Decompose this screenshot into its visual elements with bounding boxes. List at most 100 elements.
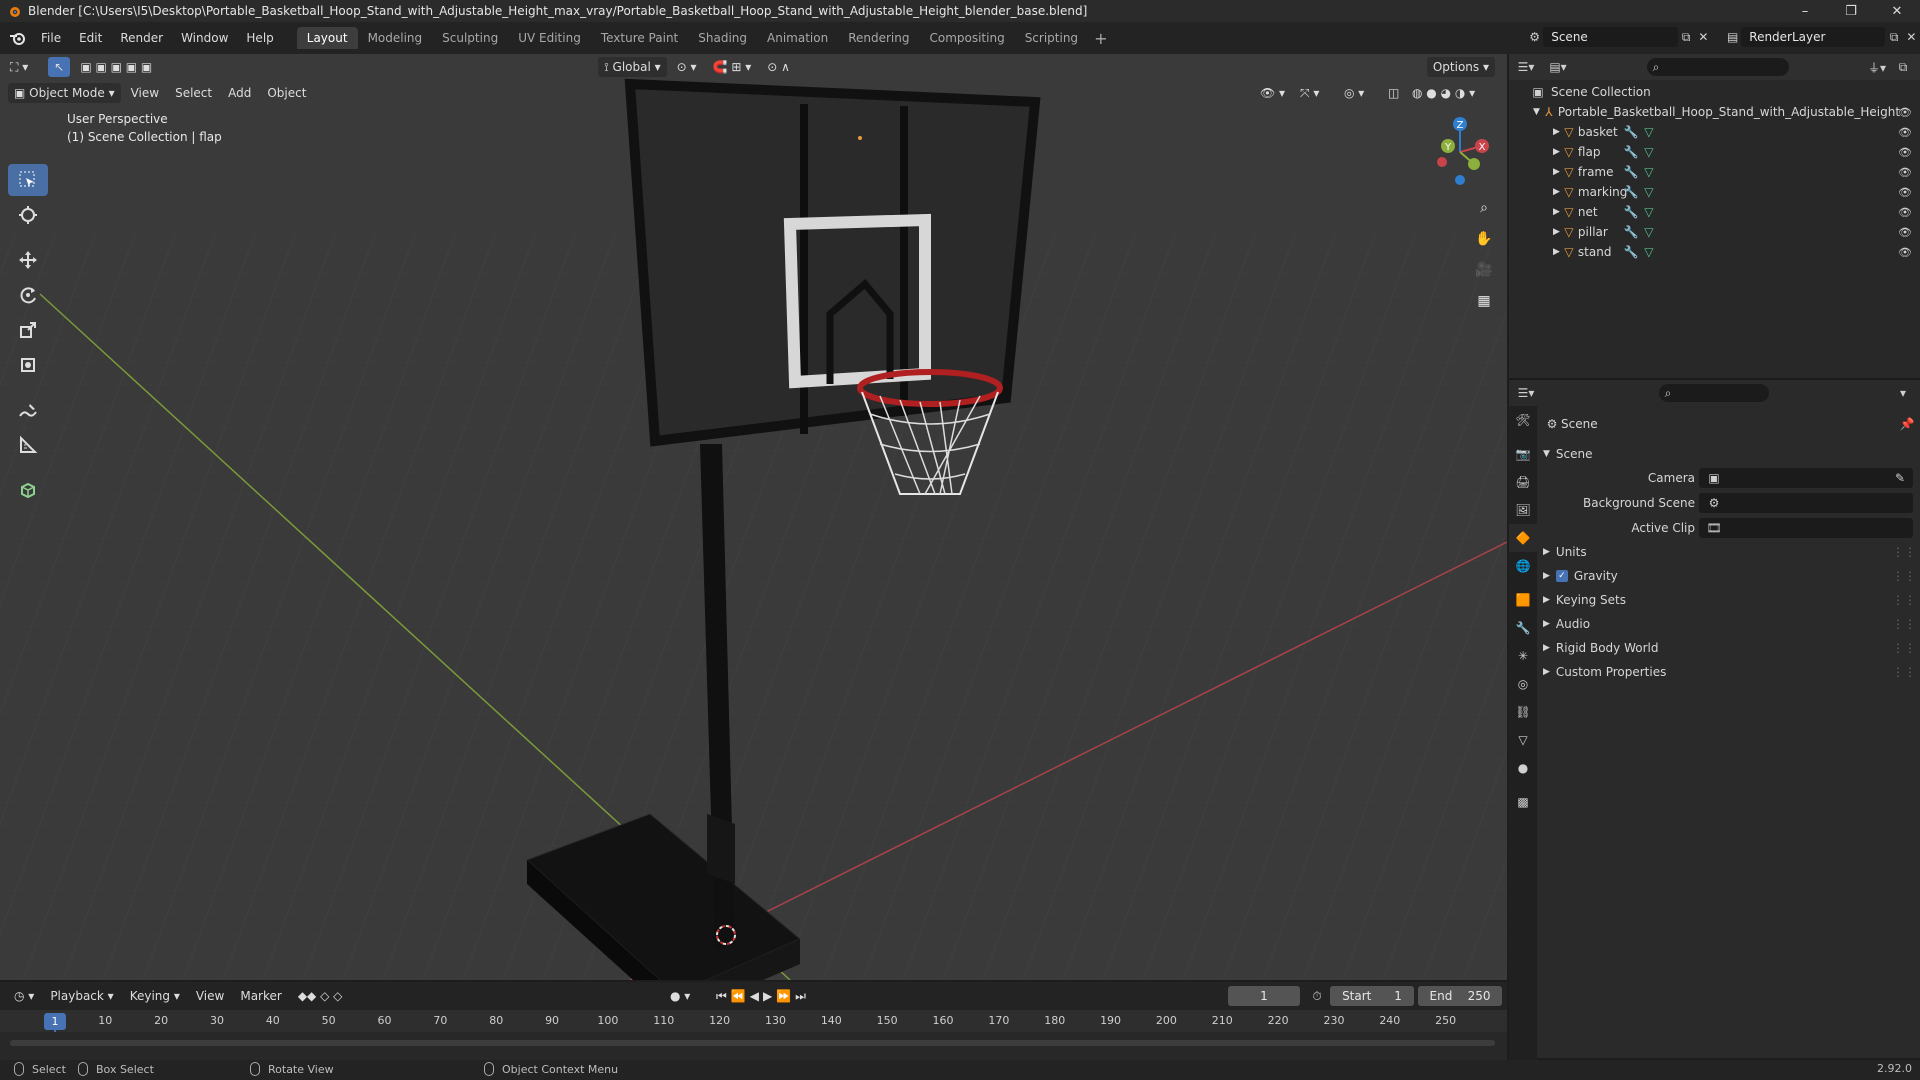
material-tab-icon[interactable]: ● [1509, 754, 1537, 782]
expand-arrow-icon[interactable]: ▶ [1553, 207, 1560, 217]
3d-viewport[interactable]: ⛶ ▾ ↖ ▣ ▣ ▣ ▣ ▣ ⟟ Global ▾ ⊙ ▾ 🧲 ⊞ ▾ ⊙ ∧… [0, 54, 1507, 980]
zoom-icon[interactable]: ⌕ [1470, 194, 1498, 222]
timeline-editor-type-icon[interactable]: ◷ ▾ [8, 986, 40, 1006]
mesh-data-icon[interactable]: ▽ [1640, 203, 1658, 221]
keying-menu[interactable]: Keying ▾ [124, 986, 186, 1006]
outliner-row-net[interactable]: ▶ ▽ net 🔧 ▽ 👁 [1509, 202, 1920, 222]
tab-compositing[interactable]: Compositing [919, 27, 1014, 49]
object-mode-dropdown[interactable]: ▣ Object Mode ▾ [8, 83, 121, 103]
modifier-wrench-icon[interactable]: 🔧 [1622, 123, 1640, 141]
outliner-row-marking[interactable]: ▶ ▽ marking 🔧 ▽ 👁 [1509, 182, 1920, 202]
outliner-row-scene-collection[interactable]: ▣ Scene Collection [1509, 82, 1920, 102]
remove-view-layer-icon[interactable]: ✕ [1903, 28, 1920, 46]
modifier-wrench-icon[interactable]: 🔧 [1622, 183, 1640, 201]
maximize-button[interactable]: ❐ [1828, 0, 1874, 22]
viewport-menu-object[interactable]: Object [261, 83, 312, 103]
new-scene-icon[interactable]: ⧉ [1678, 28, 1695, 46]
ortho-grid-icon[interactable]: ▦ [1470, 287, 1498, 315]
view-layer-name-field[interactable]: RenderLayer [1741, 27, 1886, 47]
active-clip-field[interactable]: 🎞 [1699, 518, 1913, 538]
selection-mode-icons[interactable]: ▣ ▣ ▣ ▣ ▣ [74, 57, 158, 77]
rotate-tool-icon[interactable] [8, 279, 48, 311]
shading-mode-icons[interactable]: ◍ ● ◕ ◑ ▾ [1406, 83, 1481, 103]
start-frame-field[interactable]: Start 1 [1330, 986, 1414, 1006]
subpanel-rigid-body-world[interactable]: ▶ Rigid Body World ⋮⋮ [1537, 636, 1920, 660]
subpanel-units[interactable]: ▶ Units ⋮⋮ [1537, 540, 1920, 564]
pin-icon[interactable]: 📌 [1898, 415, 1916, 433]
modifier-wrench-icon[interactable]: 🔧 [1622, 203, 1640, 221]
minimize-button[interactable]: – [1782, 0, 1828, 22]
properties-editor-type-icon[interactable]: ☰▾ [1517, 384, 1535, 402]
modifier-tab-icon[interactable]: 🔧 [1509, 614, 1537, 642]
visibility-eye-icon[interactable]: 👁 [1898, 165, 1912, 179]
tab-rendering[interactable]: Rendering [838, 27, 919, 49]
scale-tool-icon[interactable] [8, 314, 48, 346]
drag-handle-icon[interactable]: ⋮⋮ [1892, 617, 1916, 631]
mesh-data-icon[interactable]: ▽ [1640, 123, 1658, 141]
object-data-tab-icon[interactable]: ▽ [1509, 726, 1537, 754]
output-tab-icon[interactable]: 🖨 [1509, 468, 1537, 496]
outliner-row-flap[interactable]: ▶ ▽ flap 🔧 ▽ 👁 [1509, 142, 1920, 162]
timeline-ruler[interactable]: 1 10 20 30 40 50 60 70 80 90 100 110 120 130 140 150 160… [0, 1010, 1507, 1060]
select-tool-icon[interactable]: ↖ [48, 57, 71, 77]
gravity-checkbox[interactable]: ✓ [1555, 570, 1568, 582]
visibility-icon[interactable]: 👁 ▾ [1254, 83, 1291, 103]
viewport-menu-select[interactable]: Select [169, 83, 218, 103]
blender-logo-icon[interactable] [4, 28, 32, 48]
playback-controls-icons[interactable]: ⏮⏪◀▶⏩⏭ [710, 986, 816, 1006]
scene-panel-header[interactable]: ▼ Scene [1537, 442, 1920, 466]
outliner-editor-type-icon[interactable]: ☰▾ [1517, 58, 1535, 76]
drag-handle-icon[interactable]: ⋮⋮ [1892, 665, 1916, 679]
expand-arrow-icon[interactable]: ▶ [1553, 167, 1560, 177]
keyframe-icons[interactable]: ◆◆ ◇ ◇ [292, 986, 349, 1006]
add-workspace-icon[interactable]: + [1094, 29, 1107, 48]
outliner-row-pillar[interactable]: ▶ ▽ pillar 🔧 ▽ 👁 [1509, 222, 1920, 242]
visibility-eye-icon[interactable]: 👁 [1898, 245, 1912, 259]
preview-range-icon[interactable]: ⏱ [1308, 987, 1326, 1005]
world-tab-icon[interactable]: 🌐 [1509, 552, 1537, 580]
move-tool-icon[interactable] [8, 244, 48, 276]
proportional-editing-icon[interactable]: ⊙ ∧ [761, 57, 796, 77]
playhead-frame-marker[interactable]: 1 [44, 1013, 66, 1030]
visibility-eye-icon[interactable]: 👁 [1898, 105, 1912, 119]
outliner-search-input[interactable]: ⌕ [1647, 58, 1789, 76]
menu-render[interactable]: Render [111, 31, 172, 45]
object-tab-icon[interactable]: 🟧 [1509, 586, 1537, 614]
drag-handle-icon[interactable]: ⋮⋮ [1892, 593, 1916, 607]
visibility-eye-icon[interactable]: 👁 [1898, 185, 1912, 199]
drag-handle-icon[interactable]: ⋮⋮ [1892, 569, 1916, 583]
subpanel-keying-sets[interactable]: ▶ Keying Sets ⋮⋮ [1537, 588, 1920, 612]
menu-file[interactable]: File [32, 31, 70, 45]
playback-menu[interactable]: Playback ▾ [44, 986, 119, 1006]
collapse-arrow-icon[interactable]: ▼ [1533, 107, 1540, 117]
options-dropdown[interactable]: Options ▾ [1426, 57, 1495, 77]
menu-window[interactable]: Window [172, 31, 237, 45]
snap-icon[interactable]: 🧲 ⊞ ▾ [707, 57, 758, 77]
tab-modeling[interactable]: Modeling [358, 27, 433, 49]
view-layer-tab-icon[interactable]: 🖼 [1509, 496, 1537, 524]
mesh-data-icon[interactable]: ▽ [1640, 143, 1658, 161]
tool-tab-icon[interactable]: 🛠 [1509, 406, 1537, 434]
menu-edit[interactable]: Edit [70, 31, 111, 45]
navigation-gizmo[interactable]: Z X Y [1420, 112, 1500, 192]
modifier-wrench-icon[interactable]: 🔧 [1622, 223, 1640, 241]
subpanel-audio[interactable]: ▶ Audio ⋮⋮ [1537, 612, 1920, 636]
timeline-view-menu[interactable]: View [190, 986, 230, 1006]
display-mode-icon[interactable]: ▤▾ [1549, 58, 1567, 76]
viewport-menu-add[interactable]: Add [222, 83, 257, 103]
camera-field[interactable]: ▣ ✎ [1699, 468, 1913, 488]
cursor-tool-icon[interactable] [8, 199, 48, 231]
remove-scene-icon[interactable]: ✕ [1695, 28, 1712, 46]
xray-icon[interactable]: ◫ [1382, 83, 1405, 103]
transform-orientation-dropdown[interactable]: ⟟ Global ▾ [598, 57, 667, 77]
tab-texture-paint[interactable]: Texture Paint [591, 27, 688, 49]
mesh-data-icon[interactable]: ▽ [1640, 183, 1658, 201]
scene-tab-icon[interactable]: 🔶 [1509, 524, 1537, 552]
scene-name-field[interactable]: Scene [1543, 27, 1678, 47]
subpanel-custom-properties[interactable]: ▶ Custom Properties ⋮⋮ [1537, 660, 1920, 684]
modifier-wrench-icon[interactable]: 🔧 [1622, 243, 1640, 261]
drag-handle-icon[interactable]: ⋮⋮ [1892, 545, 1916, 559]
transform-tool-icon[interactable] [8, 349, 48, 381]
scene-selector[interactable]: ⚙ Scene ⧉ ✕ [1526, 26, 1712, 48]
visibility-eye-icon[interactable]: 👁 [1898, 205, 1912, 219]
